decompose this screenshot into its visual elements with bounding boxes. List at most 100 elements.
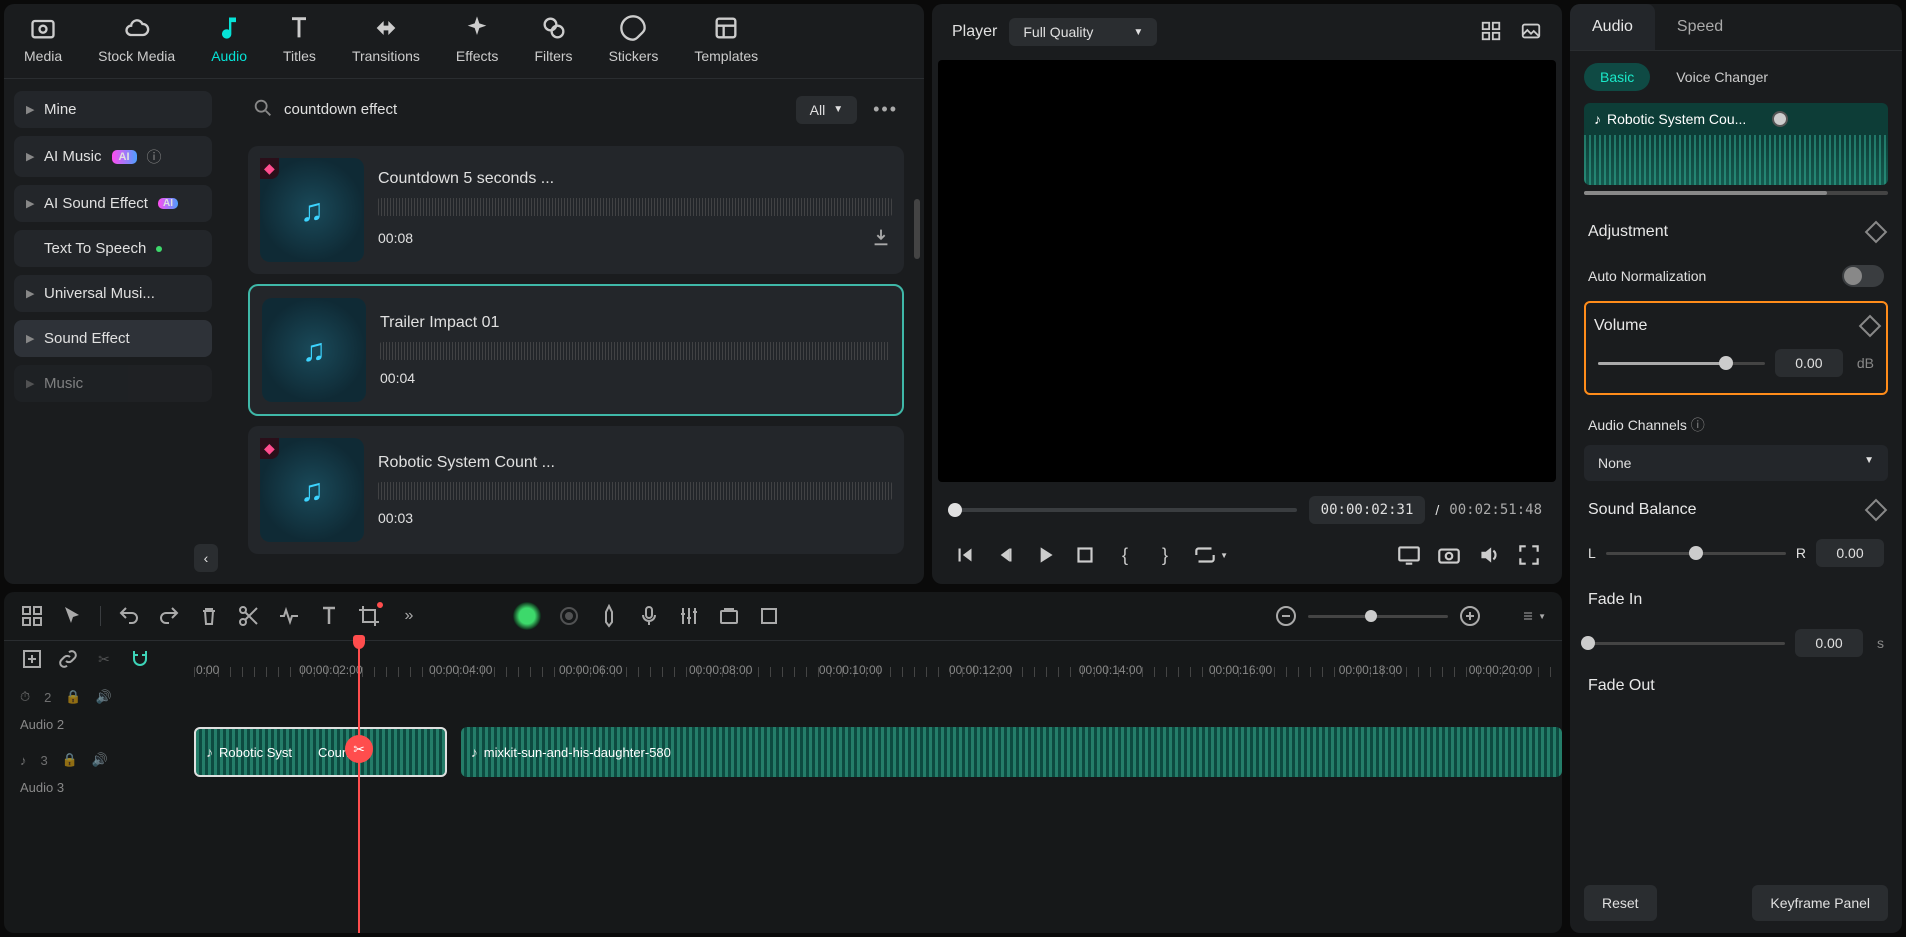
sidebar-item-universal-music[interactable]: ▶Universal Musi... [14, 275, 212, 312]
slider-thumb[interactable] [1365, 610, 1377, 622]
audio-item[interactable]: ◆ ♫ Countdown 5 seconds ... 00:08 [248, 146, 904, 274]
clip-knob[interactable] [1772, 111, 1788, 127]
timeline-ruler[interactable]: 0:00 00:00:02:00 00:00:04:00 00:00:06:00… [194, 641, 1562, 677]
step-back-button[interactable] [992, 542, 1018, 568]
ai-assistant-icon[interactable] [513, 602, 541, 630]
tab-filters[interactable]: Filters [534, 14, 572, 64]
link-icon[interactable] [56, 647, 80, 671]
fullscreen-icon[interactable] [1516, 542, 1542, 568]
magnet-icon[interactable] [128, 647, 152, 671]
lock-icon[interactable]: 🔒 [62, 752, 78, 768]
list-view-icon[interactable]: ▼ [1522, 604, 1546, 628]
sidebar-item-ai-music[interactable]: ▶AI MusicAIⓘ [14, 136, 212, 177]
keyframe-diamond-icon[interactable] [1865, 221, 1888, 244]
balance-slider[interactable] [1606, 552, 1786, 555]
track-header-audio3[interactable]: ♪ 3 🔒 🔊 [4, 740, 194, 780]
slider-thumb[interactable] [1689, 546, 1703, 560]
playhead[interactable]: ✂ [358, 641, 360, 933]
subtab-basic[interactable]: Basic [1584, 63, 1650, 91]
sidebar-item-music[interactable]: ▶Music [14, 365, 212, 402]
sidebar-item-mine[interactable]: ▶Mine [14, 91, 212, 128]
auto-normalization-toggle[interactable] [1842, 265, 1884, 287]
delete-icon[interactable] [197, 604, 221, 628]
audio-channels-dropdown[interactable]: None ▼ [1584, 445, 1888, 481]
crop-tool-icon[interactable] [357, 604, 381, 628]
tab-effects[interactable]: Effects [456, 14, 499, 64]
reset-button[interactable]: Reset [1584, 885, 1657, 921]
mic-icon[interactable] [637, 604, 661, 628]
zoom-out-icon[interactable] [1274, 604, 1298, 628]
play-button[interactable] [1032, 542, 1058, 568]
volume-value[interactable]: 0.00 [1775, 349, 1843, 377]
mark-in-button[interactable]: { [1112, 542, 1138, 568]
redo-icon[interactable] [157, 604, 181, 628]
box-tool-icon[interactable] [717, 604, 741, 628]
beat-icon[interactable] [277, 604, 301, 628]
inspector-tab-audio[interactable]: Audio [1570, 4, 1655, 50]
tab-stickers[interactable]: Stickers [609, 14, 659, 64]
marker-icon[interactable] [597, 604, 621, 628]
clip-preview[interactable]: ♪Robotic System Cou... [1584, 103, 1888, 185]
prev-button[interactable] [952, 542, 978, 568]
cut-icon[interactable]: ✂ [92, 647, 116, 671]
inspector-tab-speed[interactable]: Speed [1655, 4, 1745, 50]
cut-handle-icon[interactable]: ✂ [345, 735, 373, 763]
record-icon[interactable] [557, 604, 581, 628]
more-tools-icon[interactable]: » [397, 604, 421, 628]
slider-thumb[interactable] [1581, 636, 1595, 650]
help-icon[interactable]: ⓘ [147, 146, 162, 167]
tab-media[interactable]: Media [24, 14, 62, 64]
text-tool-icon[interactable] [317, 604, 341, 628]
fade-in-value[interactable]: 0.00 [1795, 629, 1863, 657]
audio-clip[interactable]: ♪ mixkit-sun-and-his-daughter-580 [461, 727, 1562, 777]
help-icon[interactable]: ⓘ [1691, 417, 1705, 433]
tab-stock-media[interactable]: Stock Media [98, 14, 175, 64]
audio-clip[interactable]: ♪ Robotic Syst Count ... [194, 727, 447, 777]
track-row[interactable]: ♪ Robotic Syst Count ... ♪ mixkit-sun-an… [194, 721, 1562, 783]
search-input[interactable] [284, 101, 782, 118]
scrollbar[interactable] [914, 199, 920, 259]
audio-mixer-icon[interactable] [677, 604, 701, 628]
collapse-sidebar-button[interactable]: ‹ [194, 544, 218, 572]
download-icon[interactable] [870, 226, 892, 251]
progress-bar[interactable] [952, 508, 1297, 512]
layout-icon[interactable] [20, 604, 44, 628]
volume-icon[interactable]: 🔊 [96, 689, 112, 705]
tab-templates[interactable]: Templates [694, 14, 758, 64]
insert-icon[interactable] [20, 647, 44, 671]
mark-out-button[interactable]: } [1152, 542, 1178, 568]
timeline-tracks[interactable]: 0:00 00:00:02:00 00:00:04:00 00:00:06:00… [194, 641, 1562, 933]
zoom-slider[interactable] [1308, 615, 1448, 618]
loop-button[interactable]: ▼ [1192, 542, 1218, 568]
lock-icon[interactable]: 🔒 [65, 689, 81, 705]
track-header-audio2[interactable]: ⏱ 2 🔒 🔊 [4, 677, 194, 717]
scissors-icon[interactable] [237, 604, 261, 628]
sidebar-item-ai-sound-effect[interactable]: ▶AI Sound EffectAI [14, 185, 212, 222]
more-button[interactable]: ••• [867, 93, 904, 126]
stop-button[interactable] [1072, 542, 1098, 568]
slider-thumb[interactable] [1719, 356, 1733, 370]
tab-titles[interactable]: Titles [283, 14, 316, 64]
speed-icon[interactable]: ⏱ [20, 689, 30, 705]
volume-slider[interactable] [1598, 362, 1765, 365]
progress-thumb[interactable] [948, 503, 962, 517]
undo-icon[interactable] [117, 604, 141, 628]
balance-value[interactable]: 0.00 [1816, 539, 1884, 567]
volume-icon[interactable] [1476, 542, 1502, 568]
video-preview[interactable] [938, 60, 1556, 482]
volume-icon[interactable]: 🔊 [92, 752, 108, 768]
audio-item[interactable]: ◆ ♫ Robotic System Count ... 00:03 [248, 426, 904, 554]
subtab-voice-changer[interactable]: Voice Changer [1660, 63, 1784, 91]
cursor-icon[interactable] [60, 604, 84, 628]
keyframe-diamond-icon[interactable] [1865, 499, 1888, 522]
track-row[interactable] [194, 677, 1562, 721]
clip-scrubber[interactable] [1584, 191, 1888, 195]
sidebar-item-tts[interactable]: Text To Speech [14, 230, 212, 267]
keyframe-panel-button[interactable]: Keyframe Panel [1752, 885, 1888, 921]
zoom-in-icon[interactable] [1458, 604, 1482, 628]
fade-in-slider[interactable] [1588, 642, 1785, 645]
camera-icon[interactable] [1436, 542, 1462, 568]
filter-dropdown[interactable]: All▼ [796, 96, 857, 124]
frame-icon[interactable] [757, 604, 781, 628]
grid-icon[interactable] [1480, 20, 1502, 45]
